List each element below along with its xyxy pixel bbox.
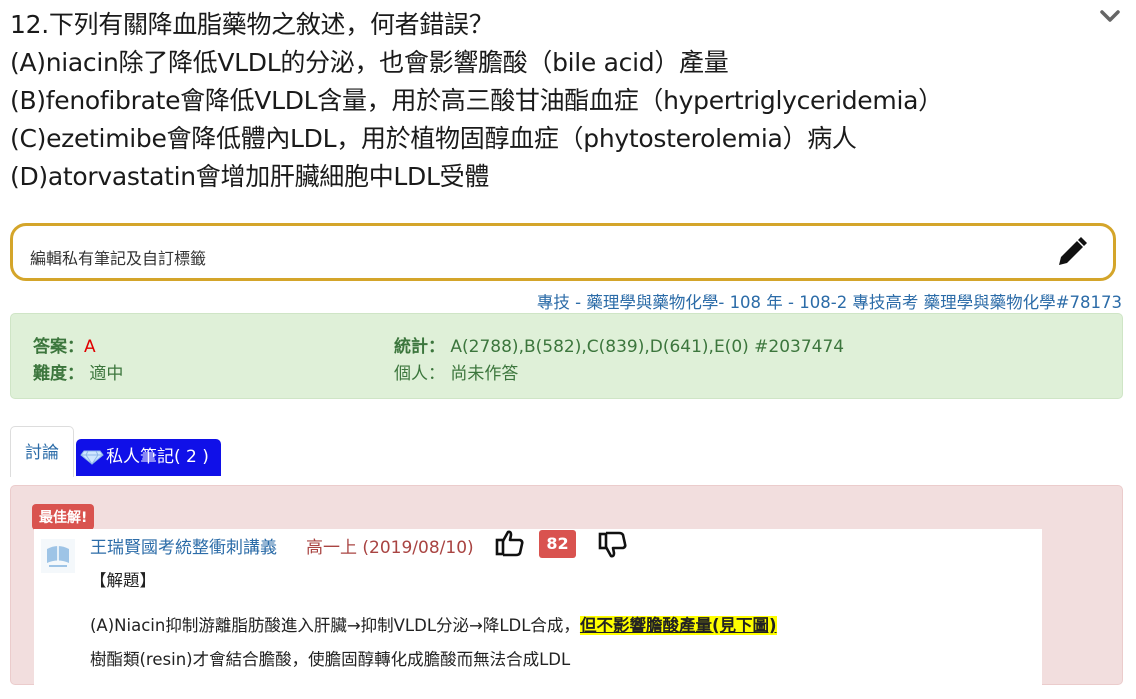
post-meta: 高一上 (2019/08/10) [306, 538, 474, 558]
post-line-1: (A)Niacin抑制游離脂肪酸進入肝臟→抑制VLDL分泌→降LDL合成，但不影… [90, 612, 777, 636]
pencil-icon[interactable] [1053, 235, 1089, 271]
tab-discussion[interactable]: 討論 [10, 426, 74, 477]
answer-row: 答案：A [33, 332, 96, 357]
source-exam-link[interactable]: 108 年 - 108-2 專技高考 藥理學與藥物化學#78173 [730, 293, 1122, 312]
thumbs-up-icon[interactable] [495, 529, 525, 557]
stats-value: A(2788),B(582),C(839),D(641),E(0) #20374… [450, 337, 845, 357]
difficulty-row: 難度： 適中 [33, 359, 123, 384]
private-note-field[interactable]: 編輯私有筆記及自訂標籤 [10, 223, 1116, 281]
stats-label: 統計： [394, 337, 445, 357]
avatar[interactable] [41, 539, 75, 573]
thumbs-down-icon[interactable] [598, 531, 628, 559]
source-sep: - [718, 293, 730, 312]
personal-row: 個人： 尚未作答 [394, 359, 518, 384]
post-line-2: 樹酯類(resin)才會結合膽酸，使膽固醇轉化成膽酸而無法合成LDL [90, 650, 571, 669]
source-subject-link[interactable]: 藥理學與藥物化學 [586, 293, 718, 312]
private-note-placeholder: 編輯私有筆記及自訂標籤 [30, 249, 207, 268]
best-answer-panel: 最佳解! 王瑞賢國考統整衝刺講義 高一上 (2019/08/10) 82 【解題… [10, 485, 1123, 699]
option-a: (A)niacin除了降低VLDL的分泌，也會影響膽酸（bile acid）產量 [10, 48, 729, 77]
post-highlight: 但不影響膽酸產量(見下圖) [579, 616, 777, 635]
tab-private-notes-label: 私人筆記( 2 ) [106, 447, 209, 467]
answer-value: A [84, 337, 96, 357]
personal-value: 尚未作答 [450, 364, 519, 384]
question-text: 12.下列有關降血脂藥物之敘述，何者錯誤？ (A)niacin除了降低VLDL的… [10, 6, 1100, 196]
post-line-1-text: (A)Niacin抑制游離脂肪酸進入肝臟→抑制VLDL分泌→降LDL合成， [90, 616, 580, 635]
option-b: (B)fenofibrate會降低VLDL含量，用於高三酸甘油酯血症（hyper… [10, 86, 943, 115]
difficulty-value: 適中 [89, 364, 124, 384]
chevron-down-icon[interactable] [1098, 6, 1122, 26]
tab-private-notes[interactable]: 私人筆記( 2 ) [76, 439, 221, 476]
source-category-link[interactable]: 專技 [537, 293, 570, 312]
option-c: (C)ezetimibe會降低體內LDL，用於植物固醇血症（phytostero… [10, 124, 857, 153]
option-d: (D)atorvastatin會增加肝臟細胞中LDL受體 [10, 162, 490, 191]
source-breadcrumb: 專技 - 藥理學與藥物化學- 108 年 - 108-2 專技高考 藥理學與藥物… [537, 289, 1122, 313]
personal-label: 個人： [394, 364, 445, 384]
best-answer-badge: 最佳解! [32, 504, 95, 530]
diamond-icon [80, 450, 104, 465]
question-stem: 12.下列有關降血脂藥物之敘述，何者錯誤？ [10, 10, 494, 39]
answer-label: 答案： [33, 337, 84, 357]
stats-row: 統計： A(2788),B(582),C(839),D(641),E(0) #2… [394, 332, 844, 357]
difficulty-label: 難度： [33, 364, 84, 384]
discussion-post: 王瑞賢國考統整衝刺講義 高一上 (2019/08/10) 82 【解題】 (A)… [34, 529, 1042, 699]
answer-info-panel: 答案：A 難度： 適中 統計： A(2788),B(582),C(839),D(… [10, 313, 1123, 399]
vote-count: 82 [539, 530, 576, 558]
post-heading: 【解題】 [90, 571, 156, 590]
source-sep: - [569, 293, 587, 312]
author-link[interactable]: 王瑞賢國考統整衝刺講義 [90, 533, 277, 558]
